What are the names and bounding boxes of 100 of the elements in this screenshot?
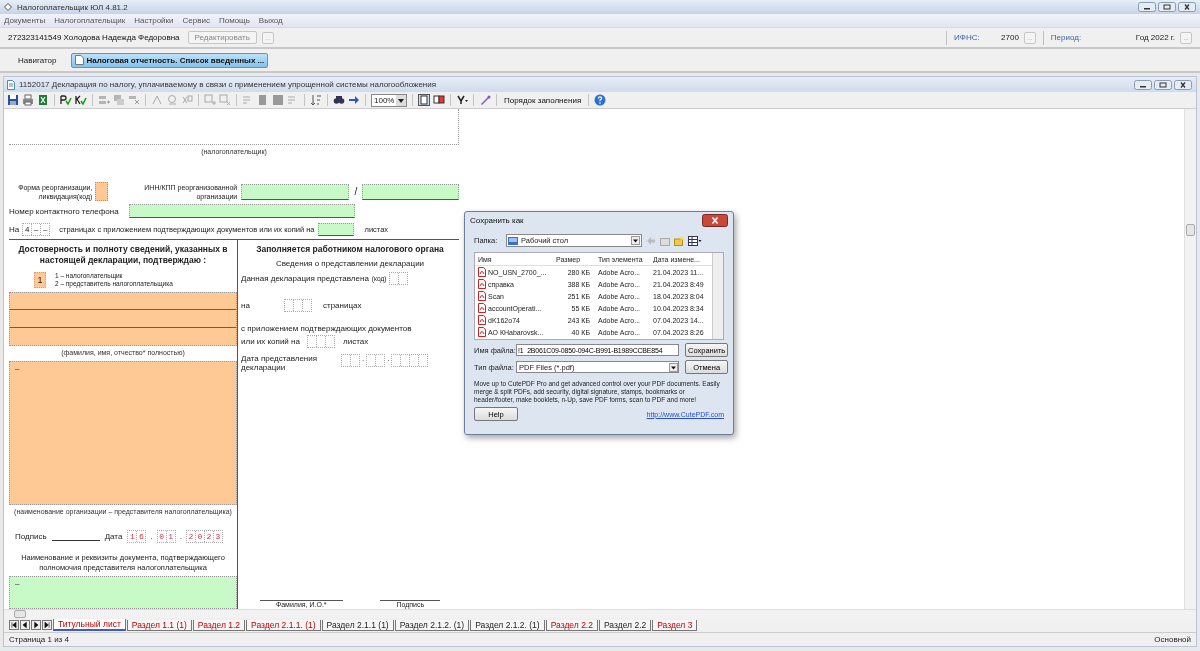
scrollbar[interactable]: [4, 609, 1196, 618]
navigator-label: Навигатор: [18, 55, 57, 65]
input-field[interactable]: [129, 204, 355, 218]
input-field[interactable]: [241, 183, 350, 200]
field-label: на: [241, 301, 251, 310]
square-icon[interactable]: [272, 94, 284, 106]
input-field[interactable]: –: [9, 576, 237, 609]
document-title: 1152017 Декларация по налогу, уплачиваемому в связи с применением упрощенной системы налогообложения: [19, 80, 437, 89]
input-field[interactable]: 1 6: [127, 530, 147, 543]
pages-icon[interactable]: [433, 94, 445, 106]
close-button[interactable]: [1178, 2, 1196, 12]
input-field[interactable]: [391, 354, 429, 367]
printer-icon[interactable]: [22, 94, 34, 106]
last-page-icon[interactable]: [42, 620, 52, 630]
close-button[interactable]: [702, 214, 728, 227]
minimize-button[interactable]: [1138, 2, 1156, 12]
search-icon[interactable]: [333, 94, 345, 106]
input-field[interactable]: [317, 223, 354, 236]
sheet-tab[interactable]: Раздел 2.2: [545, 619, 598, 631]
sheet-tab[interactable]: Раздел 2.1.1. (1): [246, 619, 321, 631]
app-icon: [4, 3, 12, 11]
check-icon[interactable]: [75, 94, 87, 106]
status-text: Страница 1 из 4: [9, 635, 69, 644]
caret-icon: [669, 362, 679, 372]
first-page-icon[interactable]: [9, 620, 19, 630]
right-arrow-icon[interactable]: [348, 94, 360, 106]
input-field[interactable]: [9, 292, 237, 346]
sheet-tab[interactable]: Раздел 2.1.2. (1): [470, 619, 545, 631]
new-folder-icon[interactable]: [674, 235, 684, 246]
pdf-file-icon: [478, 267, 486, 277]
menu-item[interactable]: Помощь: [218, 16, 250, 25]
input-field[interactable]: [284, 299, 312, 312]
menu-item[interactable]: Налогоплательщик: [54, 16, 126, 25]
zoom-dropdown[interactable]: 100%: [371, 93, 407, 107]
pdf-file-icon: [478, 279, 486, 289]
section-heading: Достоверность и полноту сведений, указанных в настоящей декларации, подтверждаю :: [17, 243, 229, 266]
sheet-tab[interactable]: Раздел 1.1 (1): [126, 619, 192, 631]
field-label: страницах: [323, 301, 362, 310]
menu-item[interactable]: Выход: [258, 16, 283, 25]
delete-rows-icon[interactable]: [128, 94, 140, 106]
input-field[interactable]: –: [9, 361, 237, 505]
separator-text: .: [150, 532, 153, 541]
pdf-file-icon: [478, 315, 486, 325]
fill-order-button[interactable]: Порядок заполнения: [502, 95, 584, 105]
pdf-file-icon: [478, 291, 486, 301]
input-field[interactable]: [9, 109, 459, 145]
input-field[interactable]: [366, 354, 386, 367]
sheet-tab[interactable]: Раздел 3: [652, 619, 698, 631]
sheet-tab[interactable]: Раздел 2.2: [598, 619, 652, 631]
view-menu-icon[interactable]: [688, 235, 702, 246]
input-field[interactable]: [389, 272, 409, 285]
input-field[interactable]: 0 1: [156, 530, 176, 543]
sort-icon[interactable]: [310, 94, 322, 106]
input-field[interactable]: 2 0 2 3: [185, 530, 223, 543]
field-label: листах: [343, 337, 369, 346]
menu-item[interactable]: Настройки: [134, 16, 174, 25]
letter-glyph-icon[interactable]: [456, 94, 468, 106]
field-label: Подпись: [15, 532, 47, 541]
spreadsheet-icon[interactable]: [37, 94, 49, 106]
input-field[interactable]: [341, 354, 360, 367]
field-label: Номер контактного телефона: [9, 206, 120, 216]
square-icon[interactable]: [257, 94, 269, 106]
check-icon[interactable]: [60, 94, 72, 106]
sheet-tab[interactable]: Раздел 2.1.2. (1): [394, 619, 470, 631]
menu-item[interactable]: Сервис: [182, 16, 210, 25]
caret-icon: [396, 94, 406, 106]
file-list[interactable]: [474, 252, 724, 340]
pen-icon[interactable]: [479, 94, 491, 106]
separator-text: .: [179, 532, 182, 541]
desktop-icon: [508, 236, 518, 245]
help-icon[interactable]: [594, 94, 607, 106]
input-field[interactable]: [95, 182, 108, 201]
field-label: или их копий на: [241, 337, 301, 346]
dialog-title: Сохранить как: [470, 216, 524, 225]
period-value: Год 2022 г.: [1135, 33, 1175, 42]
input-field[interactable]: [307, 335, 335, 348]
pdf-file-icon: [478, 327, 486, 337]
navigator-tab[interactable]: Налоговая отчетность. Список введенных ...: [71, 52, 269, 68]
sheet-tab[interactable]: Раздел 1.2: [192, 619, 246, 631]
minimize-button[interactable]: [1134, 79, 1152, 90]
input-field[interactable]: [362, 183, 459, 200]
next-page-icon[interactable]: [31, 620, 41, 630]
field-label: Данная декларация представлена: [241, 274, 369, 283]
previous-page-icon[interactable]: [20, 620, 30, 630]
field-label: Дата: [104, 532, 123, 541]
status-text: Основной: [1154, 635, 1191, 644]
taxpayer-name: 272323141549 Холодова Надежда Федоровна: [8, 33, 180, 42]
sheet-tab[interactable]: Раздел 2.1.1 (1): [321, 619, 394, 631]
section-subheading: Сведения о представлении декларации: [274, 259, 426, 268]
close-button[interactable]: [1174, 79, 1192, 90]
menu-item[interactable]: Документы: [4, 16, 46, 25]
input-field[interactable]: 4 – –: [22, 223, 51, 236]
ifns-value: 2700: [1001, 33, 1019, 42]
period-label: Период:: [1050, 33, 1083, 42]
pdf-file-icon: [478, 303, 486, 313]
input-field[interactable]: 1: [34, 272, 46, 288]
scrollbar[interactable]: [712, 253, 723, 339]
page-view-icon[interactable]: [418, 94, 430, 106]
sheet-tab[interactable]: Титульный лист: [53, 619, 126, 631]
scrollbar[interactable]: [1184, 109, 1196, 609]
